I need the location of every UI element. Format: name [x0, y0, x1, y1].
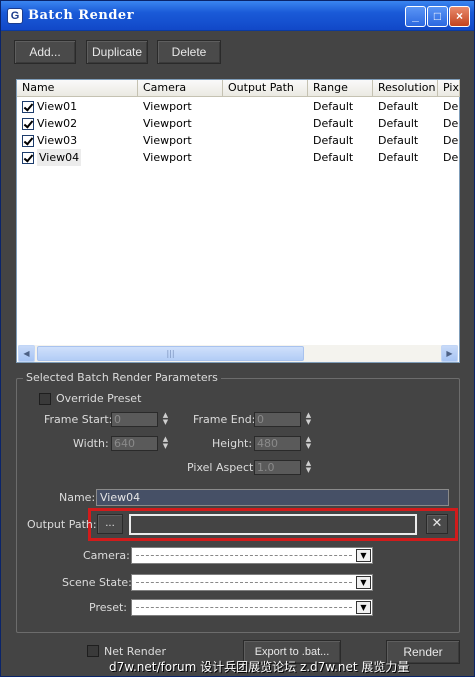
maximize-button[interactable]: □ [427, 6, 448, 27]
table-row[interactable]: View01 Viewport Default Default De [17, 98, 459, 115]
row-resolution: Default [378, 151, 419, 164]
pixel-aspect-arrows-icon[interactable]: ▲ ▼ [304, 460, 313, 475]
duplicate-button[interactable]: Duplicate [86, 40, 148, 64]
row-pixel: De [443, 151, 459, 164]
column-header-resolution[interactable]: Resolution [373, 80, 438, 97]
output-path-field[interactable] [129, 514, 417, 535]
row-name: View04 [37, 149, 82, 166]
enable-checkbox[interactable] [22, 101, 34, 113]
row-range: Default [313, 151, 354, 164]
row-camera: Viewport [143, 134, 192, 147]
row-camera: Viewport [143, 151, 192, 164]
row-range: Default [313, 117, 354, 130]
net-render-label: Net Render [104, 645, 166, 658]
pixel-aspect-spinner[interactable]: 1.0 [254, 460, 301, 475]
camera-label: Camera: [83, 549, 130, 562]
column-header-camera[interactable]: Camera [138, 80, 223, 97]
batch-render-window: G Batch Render _ □ × Add... Duplicate De… [0, 0, 475, 677]
horizontal-scrollbar[interactable]: ◀ ||| ▶ [18, 345, 458, 362]
row-resolution: Default [378, 117, 419, 130]
clear-path-icon[interactable]: ✕ [426, 514, 448, 534]
delete-button[interactable]: Delete [157, 40, 221, 64]
scroll-left-icon[interactable]: ◀ [18, 345, 35, 362]
chevron-down-icon[interactable]: ▼ [356, 576, 371, 589]
window-title: Batch Render [28, 8, 135, 23]
output-path-label: Output Path: [27, 518, 97, 531]
row-resolution: Default [378, 100, 419, 113]
enable-checkbox[interactable] [22, 152, 34, 164]
enable-checkbox[interactable] [22, 118, 34, 130]
row-range: Default [313, 100, 354, 113]
row-name: View01 [37, 100, 78, 113]
scroll-thumb[interactable]: ||| [37, 346, 304, 361]
scene-state-dropdown[interactable]: ▼ [131, 574, 373, 591]
minimize-button[interactable]: _ [405, 6, 426, 27]
width-arrows-icon[interactable]: ▲ ▼ [161, 436, 170, 451]
app-icon: G [7, 8, 23, 24]
watermark-text: d7w.net/forum 设计兵团展览论坛 z.d7w.net 展览力量 [109, 660, 410, 674]
width-spinner[interactable]: 640 [111, 436, 158, 451]
title-bar[interactable]: G Batch Render _ □ × [1, 1, 474, 31]
close-button[interactable]: × [449, 6, 470, 27]
group-label: Selected Batch Render Parameters [23, 371, 221, 384]
frame-end-spinner[interactable]: 0 [254, 412, 301, 427]
pixel-aspect-label: Pixel Aspect: [187, 461, 258, 474]
enable-checkbox[interactable] [22, 135, 34, 147]
frame-start-label: Frame Start: [44, 413, 113, 426]
frame-end-arrows-icon[interactable]: ▲ ▼ [304, 412, 313, 427]
frame-end-label: Frame End: [193, 413, 256, 426]
table-row[interactable]: View04 Viewport Default Default De [17, 149, 459, 166]
column-header-range[interactable]: Range [308, 80, 373, 97]
height-arrows-icon[interactable]: ▲ ▼ [304, 436, 313, 451]
row-name: View03 [37, 134, 78, 147]
row-camera: Viewport [143, 117, 192, 130]
chevron-down-icon[interactable]: ▼ [356, 549, 371, 562]
column-header-pixel[interactable]: Pix [438, 80, 460, 97]
override-preset-label: Override Preset [56, 392, 142, 405]
row-pixel: De [443, 134, 459, 147]
add-button[interactable]: Add... [14, 40, 76, 64]
table-row[interactable]: View02 Viewport Default Default De [17, 115, 459, 132]
row-resolution: Default [378, 134, 419, 147]
camera-dropdown[interactable]: ▼ [131, 547, 373, 564]
height-spinner[interactable]: 480 [254, 436, 301, 451]
row-pixel: De [443, 117, 459, 130]
height-label: Height: [212, 437, 253, 450]
preset-dropdown[interactable]: ▼ [131, 599, 373, 616]
scene-state-label: Scene State: [62, 576, 132, 589]
frame-start-spinner[interactable]: 0 [111, 412, 158, 427]
width-label: Width: [73, 437, 109, 450]
row-range: Default [313, 134, 354, 147]
override-preset-checkbox[interactable] [39, 393, 51, 405]
batch-list[interactable]: Name Camera Output Path Range Resolution… [16, 79, 460, 363]
scroll-right-icon[interactable]: ▶ [441, 345, 458, 362]
net-render-checkbox[interactable] [87, 645, 99, 657]
row-name: View02 [37, 117, 78, 130]
name-label: Name: [59, 491, 96, 504]
preset-label: Preset: [89, 601, 128, 614]
column-header-output-path[interactable]: Output Path [223, 80, 308, 97]
name-input[interactable]: View04 [96, 489, 449, 506]
browse-output-button[interactable]: ... [97, 514, 123, 534]
row-pixel: De [443, 100, 459, 113]
table-row[interactable]: View03 Viewport Default Default De [17, 132, 459, 149]
column-header-name[interactable]: Name [17, 80, 138, 97]
row-camera: Viewport [143, 100, 192, 113]
frame-start-arrows-icon[interactable]: ▲ ▼ [161, 412, 170, 427]
chevron-down-icon[interactable]: ▼ [356, 601, 371, 614]
